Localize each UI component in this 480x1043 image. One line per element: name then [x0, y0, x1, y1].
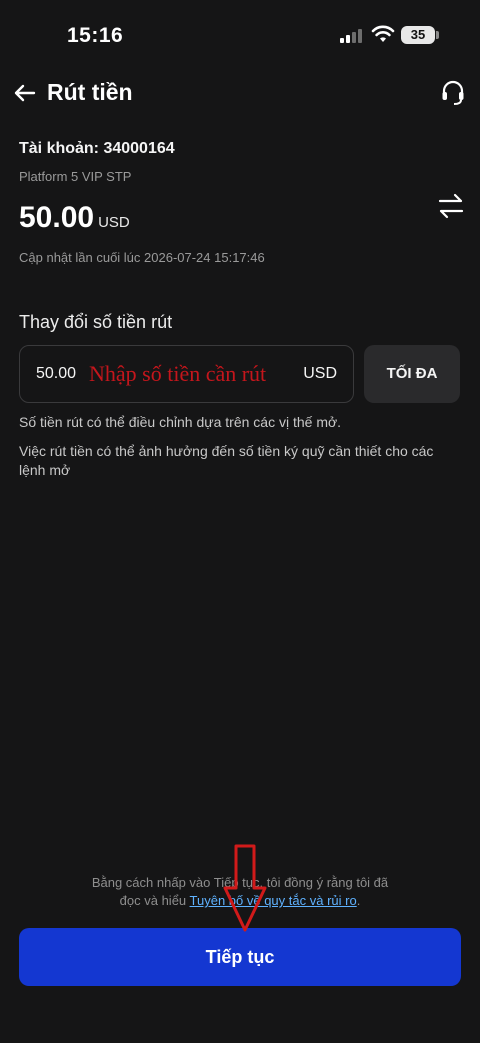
withdraw-amount-heading: Thay đổi số tiền rút: [19, 312, 173, 332]
balance-amount: 50.00: [19, 201, 95, 234]
swap-arrows-icon[interactable]: [436, 192, 466, 220]
adjustment-note: Số tiền rút có thể điều chỉnh dựa trên c…: [19, 414, 342, 430]
status-time: 15:16: [67, 24, 124, 47]
account-number: Tài khoản: 34000164: [19, 140, 175, 157]
agreement-prefix: đọc và hiểu: [119, 893, 190, 908]
agreement-suffix: .: [356, 893, 361, 908]
risk-disclosure-link[interactable]: Tuyên bố về quy tắc và rủi ro: [190, 893, 357, 908]
battery-icon: 35: [401, 26, 435, 44]
balance-row: 50.00 USD: [19, 201, 130, 235]
platform-name: Platform 5 VIP STP: [19, 169, 132, 184]
amount-value: 50.00: [36, 365, 77, 382]
balance-currency: USD: [98, 214, 130, 231]
arrow-left-icon[interactable]: [12, 80, 38, 106]
last-updated-text: Cập nhật lần cuối lúc 2026-07-24 15:17:4…: [19, 250, 265, 265]
wifi-icon: [371, 25, 395, 42]
amount-annotation: Nhập số tiền cần rút: [89, 361, 267, 386]
cellular-signal-icon: [340, 27, 366, 43]
battery-tip: [436, 31, 439, 39]
page-title: Rút tiền: [47, 79, 133, 105]
max-amount-button[interactable]: TỐI ĐA: [364, 345, 460, 403]
withdraw-amount-input[interactable]: 50.00 Nhập số tiền cần rút USD: [19, 345, 354, 403]
margin-warning-note: Việc rút tiền có thể ảnh hưởng đến số ti…: [19, 443, 434, 478]
amount-currency: USD: [303, 365, 337, 382]
app-header: Rút tiền: [0, 72, 480, 116]
continue-button[interactable]: Tiếp tục: [19, 928, 461, 986]
red-arrow-annotation-icon: [223, 844, 267, 932]
status-bar: 15:16 35: [0, 0, 480, 70]
headset-icon[interactable]: [440, 79, 466, 107]
